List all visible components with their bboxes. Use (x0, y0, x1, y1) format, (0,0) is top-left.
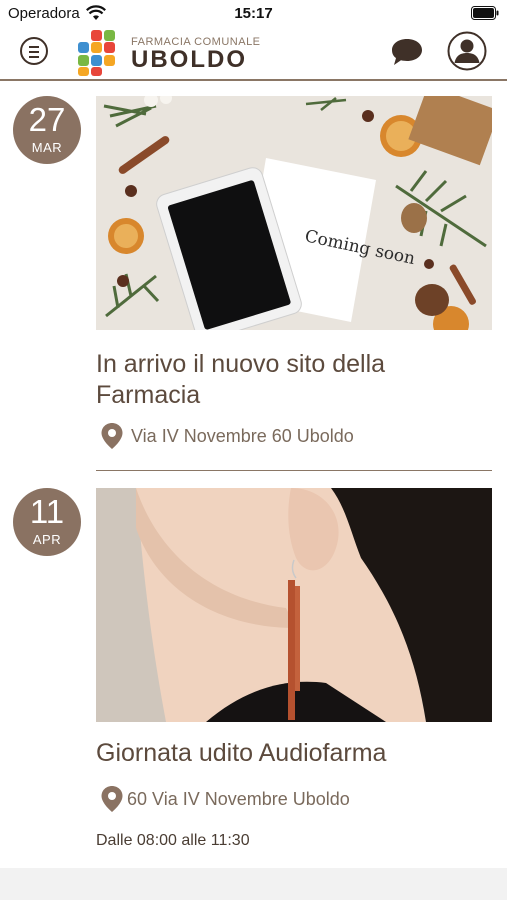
location-text: 60 Via IV Novembre Uboldo (127, 789, 350, 809)
battery-icon (471, 6, 499, 20)
status-bar: Operadora 15:17 (0, 0, 507, 26)
event-hours: Dalle 08:00 alle 11:30 (96, 832, 250, 849)
date-badge: 11 APR (13, 488, 81, 556)
event-divider (96, 470, 492, 471)
menu-button[interactable] (20, 37, 48, 65)
event-image[interactable]: Coming soon (96, 96, 492, 330)
menu-icon (29, 46, 39, 48)
app-header: FARMACIA COMUNALE UBOLDO (0, 26, 507, 81)
date-day: 27 (28, 101, 66, 138)
bottom-bar (0, 868, 507, 900)
clock: 15:17 (234, 5, 273, 22)
location-text: Via IV Novembre 60 Uboldo (131, 426, 354, 446)
location-pin-icon (101, 786, 123, 812)
date-month: MAR (31, 140, 63, 155)
event-card[interactable]: 11 APR Giornata udito Audiofarma 60 Via … (0, 472, 507, 862)
date-badge: 27 MAR (13, 96, 81, 164)
event-title[interactable]: Giornata udito Audiofarma (96, 738, 496, 769)
logo-title: UBOLDO (131, 46, 247, 73)
date-day: 11 (29, 493, 65, 530)
event-image[interactable] (96, 488, 492, 722)
date-month: APR (32, 532, 62, 547)
profile-icon[interactable] (447, 31, 487, 71)
chat-icon[interactable] (390, 36, 424, 68)
pharmacy-logo-icon (78, 30, 115, 76)
location-pin-icon (101, 423, 123, 449)
event-title[interactable]: In arrivo il nuovo sito della Farmacia (96, 349, 496, 411)
event-card[interactable]: 27 MAR Coming soon In arrivo il nuovo si… (0, 80, 507, 471)
